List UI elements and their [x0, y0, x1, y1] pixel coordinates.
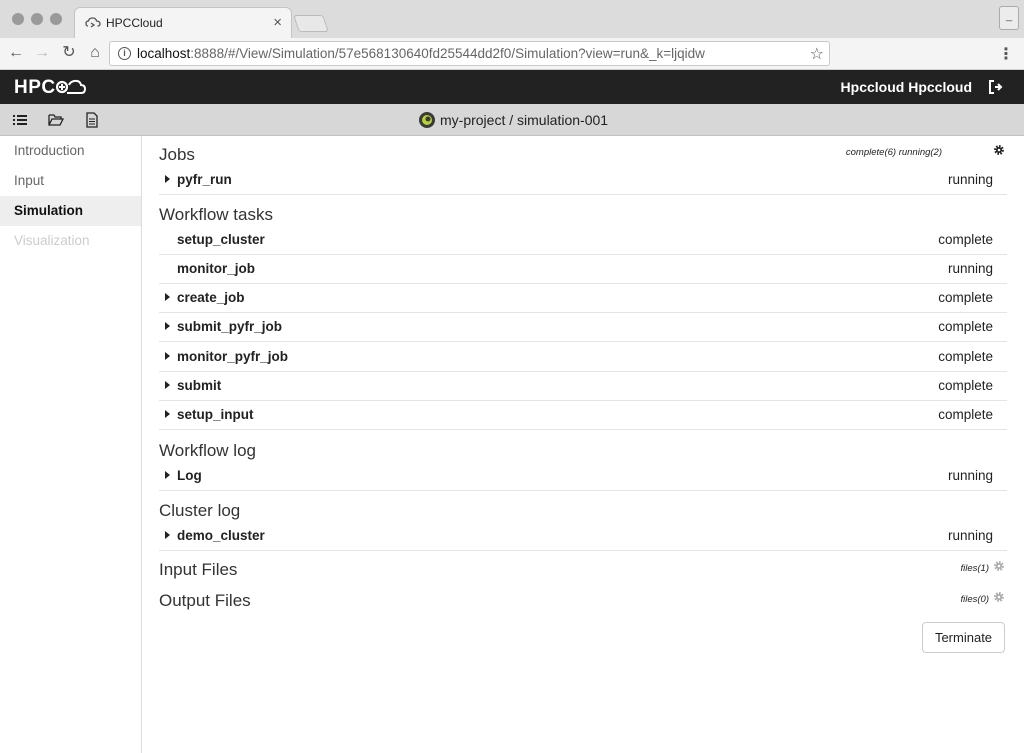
back-arrow-icon[interactable]: ←: [6, 43, 26, 63]
output-files-summary: files(0): [960, 594, 989, 605]
expand-caret-icon[interactable]: [165, 293, 170, 301]
cluster-row-demo-cluster[interactable]: demo_cluster running: [159, 522, 1007, 551]
expand-caret-icon[interactable]: [165, 471, 170, 479]
sidebar-item-visualization: Visualization: [14, 233, 90, 248]
task-status: complete: [938, 290, 993, 305]
breadcrumb-text: my-project / simulation-001: [440, 112, 609, 128]
task-row-monitor-pyfr-job[interactable]: monitor_pyfr_job complete: [159, 343, 1007, 372]
expand-caret-icon[interactable]: [165, 531, 170, 539]
browser-nav-bar: ← → ↻ ⌂ i localhost:8888/#/View/Simulati…: [0, 38, 1024, 70]
log-row[interactable]: Log running: [159, 462, 1007, 491]
logo-text: HPC: [14, 77, 56, 98]
cloud-logo-icon: [55, 79, 86, 94]
task-row-setup-cluster: setup_cluster complete: [159, 226, 1007, 255]
terminate-button[interactable]: Terminate: [922, 622, 1005, 653]
browser-tab-bar: HPCCloud × _: [0, 0, 1024, 38]
task-row-create-job[interactable]: create_job complete: [159, 284, 1007, 313]
sidebar-item-simulation[interactable]: Simulation: [0, 196, 141, 226]
expand-caret-icon[interactable]: [165, 322, 170, 330]
logout-icon[interactable]: [988, 79, 1004, 95]
task-name: monitor_job: [177, 261, 255, 276]
close-tab-icon[interactable]: ×: [273, 14, 282, 31]
job-name: pyfr_run: [177, 172, 232, 187]
task-status: complete: [938, 319, 993, 334]
task-row-monitor-job: monitor_job running: [159, 255, 1007, 284]
task-name: submit_pyfr_job: [177, 319, 283, 334]
task-name: create_job: [177, 290, 245, 305]
task-name: setup_input: [177, 407, 254, 422]
bookmark-star-icon[interactable]: ☆: [810, 44, 824, 64]
log-status: running: [947, 468, 993, 483]
output-files-title: Output Files: [159, 591, 251, 610]
address-bar[interactable]: i localhost:8888/#/View/Simulation/57e56…: [109, 41, 830, 66]
task-status: complete: [938, 232, 993, 247]
folder-open-icon[interactable]: [47, 111, 65, 129]
task-row-setup-input[interactable]: setup_input complete: [159, 401, 1007, 430]
input-files-title: Input Files: [159, 560, 238, 579]
pyfr-project-icon: [419, 112, 435, 128]
task-status: running: [947, 261, 993, 276]
workflow-tasks-title: Workflow tasks: [159, 205, 273, 224]
project-breadcrumb: my-project / simulation-001: [418, 111, 608, 131]
maximize-window-button[interactable]: [50, 13, 62, 25]
jobs-settings-gear-icon[interactable]: [993, 144, 1005, 156]
log-name: Log: [177, 468, 202, 483]
task-status: complete: [938, 407, 993, 422]
job-status: running: [947, 172, 993, 187]
task-row-submit-pyfr-job[interactable]: submit_pyfr_job complete: [159, 313, 1007, 342]
forward-arrow-icon[interactable]: →: [32, 43, 52, 63]
task-status: complete: [938, 378, 993, 393]
cluster-log-title: Cluster log: [159, 501, 241, 520]
browser-menu-icon[interactable]: ⋮: [998, 44, 1014, 64]
input-files-summary: files(1): [960, 563, 989, 574]
input-files-gear-icon[interactable]: [993, 560, 1005, 572]
home-icon[interactable]: ⌂: [85, 43, 105, 63]
url-path: :8888/#/View/Simulation/57e568130640fd25…: [190, 46, 705, 61]
sidebar-item-input[interactable]: Input: [0, 166, 141, 196]
expand-caret-icon[interactable]: [165, 381, 170, 389]
jobs-title: Jobs: [159, 145, 195, 164]
user-name[interactable]: Hpccloud Hpccloud: [841, 79, 972, 95]
expand-caret-icon[interactable]: [165, 352, 170, 360]
url-host: localhost: [137, 46, 191, 61]
reload-icon[interactable]: ↻: [59, 43, 79, 63]
job-row-pyfr-run[interactable]: pyfr_run running: [159, 166, 1007, 195]
new-tab-button[interactable]: [293, 15, 329, 32]
url-text: localhost:8888/#/View/Simulation/57e5681…: [137, 46, 705, 61]
hpccloud-logo[interactable]: HPC: [14, 77, 86, 99]
browser-tab[interactable]: HPCCloud ×: [74, 7, 292, 38]
document-icon[interactable]: [83, 111, 101, 129]
minimize-window-button[interactable]: [31, 13, 43, 25]
tab-title: HPCCloud: [106, 16, 163, 30]
list-icon[interactable]: [11, 111, 29, 129]
expand-caret-icon[interactable]: [165, 410, 170, 418]
expand-caret-icon[interactable]: [165, 175, 170, 183]
close-window-button[interactable]: [12, 13, 24, 25]
task-name: monitor_pyfr_job: [177, 349, 289, 364]
sidebar: Introduction Input Simulation Visualizat…: [0, 136, 142, 753]
output-files-gear-icon[interactable]: [993, 591, 1005, 603]
sidebar-item-introduction[interactable]: Introduction: [0, 136, 141, 166]
task-row-submit[interactable]: submit complete: [159, 372, 1007, 401]
task-status: complete: [938, 349, 993, 364]
info-icon[interactable]: i: [118, 47, 131, 60]
window-menu-button[interactable]: _: [999, 6, 1019, 30]
cluster-name: demo_cluster: [177, 528, 265, 543]
workflow-log-title: Workflow log: [159, 441, 256, 460]
hpccloud-favicon-icon: [85, 17, 101, 28]
cluster-status: running: [947, 528, 993, 543]
project-toolbar: my-project / simulation-001: [0, 104, 1024, 136]
task-name: setup_cluster: [177, 232, 265, 247]
task-name: submit: [177, 378, 222, 393]
jobs-summary: complete(6) running(2): [845, 147, 942, 158]
app-header: HPC Hpccloud Hpccloud: [0, 70, 1024, 104]
